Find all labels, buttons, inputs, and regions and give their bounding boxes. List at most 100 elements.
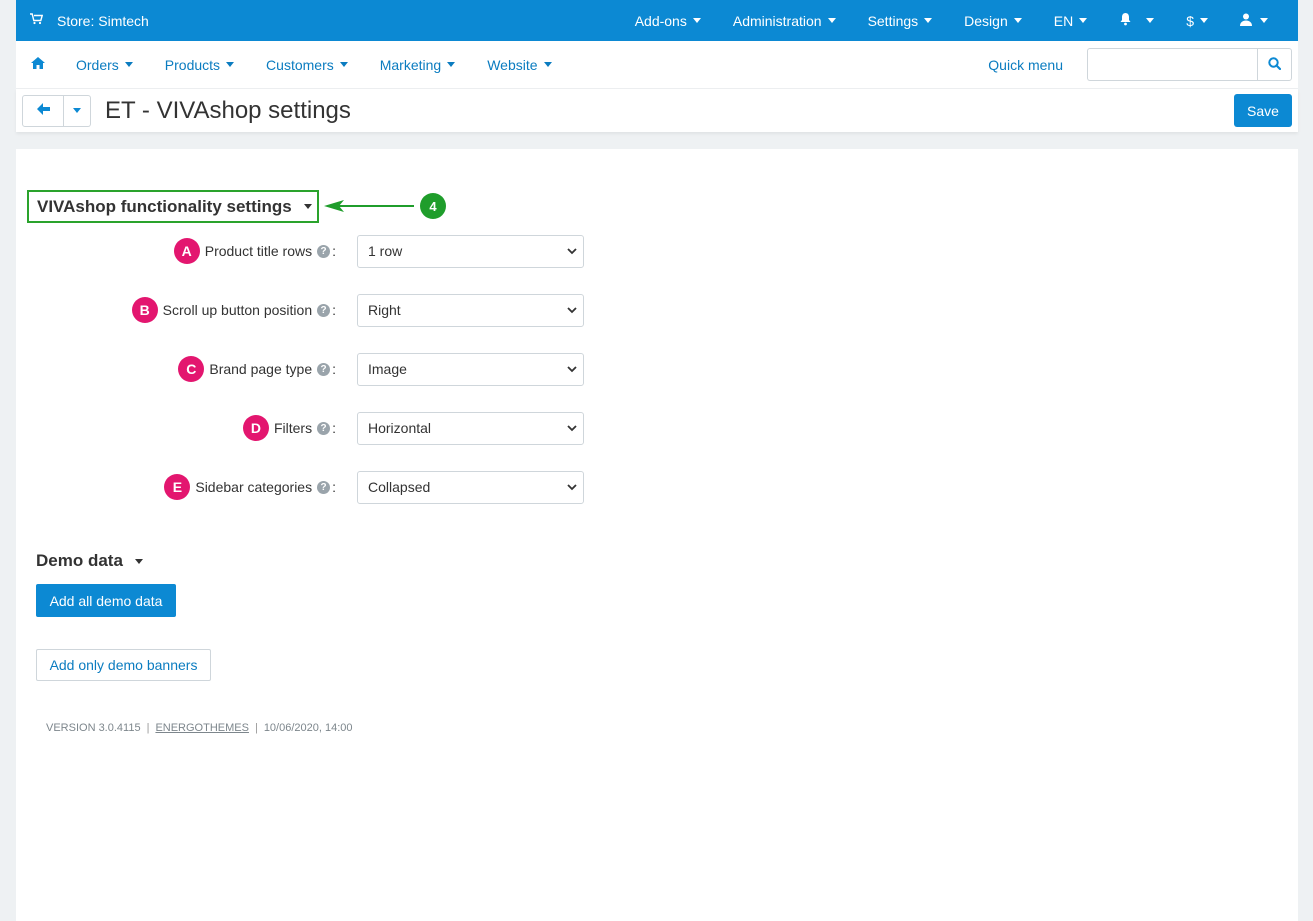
colon: :: [332, 243, 336, 259]
annotation-badge-4: 4: [420, 193, 446, 219]
quick-menu-link[interactable]: Quick menu: [988, 57, 1063, 73]
nav-orders[interactable]: Orders: [60, 57, 149, 73]
menu-settings-label: Settings: [867, 12, 919, 29]
menu-administration[interactable]: Administration: [717, 0, 852, 41]
select-value: Collapsed: [368, 479, 431, 495]
annotation-badge-b: B: [131, 297, 158, 323]
build-date: 10/06/2020, 14:00: [263, 722, 353, 734]
history-dropdown-button[interactable]: [64, 94, 91, 127]
scroll-up-position-select[interactable]: Right: [357, 293, 584, 327]
sidebar-categories-select[interactable]: Collapsed: [357, 470, 584, 504]
menu-notifications[interactable]: [1103, 0, 1170, 41]
version-footer: VERSION 3.0.4115 | ENERGOTHEMES | 10/06/…: [46, 722, 353, 734]
setting-row-sidebar-categories: E Sidebar categories ?: Collapsed: [16, 470, 616, 504]
title-bar: ET - VIVAshop settings Save: [16, 89, 1298, 132]
help-icon[interactable]: ?: [317, 362, 331, 376]
menu-addons-label: Add-ons: [634, 12, 687, 29]
product-title-rows-select[interactable]: 1 row: [357, 234, 584, 268]
store-switcher[interactable]: Store: Simtech: [16, 13, 149, 29]
setting-label: Brand page type: [209, 361, 313, 377]
annotation-arrow-icon: [324, 200, 414, 212]
back-button[interactable]: [22, 94, 64, 127]
setting-label: Sidebar categories: [195, 479, 313, 495]
nav-products-label: Products: [164, 56, 221, 73]
functionality-settings-header[interactable]: VIVAshop functionality settings: [27, 190, 319, 223]
menu-currency-label: $: [1186, 12, 1194, 29]
nav-marketing[interactable]: Marketing: [364, 57, 471, 73]
brand-page-type-select[interactable]: Image: [357, 352, 584, 386]
nav-website[interactable]: Website: [471, 57, 567, 73]
chevron-down-icon: [567, 365, 577, 372]
nav-website-label: Website: [487, 56, 538, 73]
chevron-down-icon: [567, 306, 577, 313]
setting-row-product-title-rows: A Product title rows ?: 1 row: [16, 234, 616, 268]
add-demo-banners-button[interactable]: Add only demo banners: [36, 649, 211, 681]
help-icon[interactable]: ?: [317, 303, 331, 317]
caret-down-icon: [124, 62, 133, 67]
colon: :: [332, 479, 336, 495]
colon: :: [332, 420, 336, 436]
select-value: 1 row: [368, 243, 403, 259]
menu-addons[interactable]: Add-ons: [619, 0, 717, 41]
vendor-link[interactable]: ENERGOTHEMES: [155, 722, 249, 734]
setting-label: Product title rows: [204, 243, 313, 259]
caret-down-icon: [1260, 18, 1268, 23]
setting-label-wrap: D Filters ?:: [16, 415, 336, 441]
help-icon[interactable]: ?: [317, 421, 331, 435]
caret-down-icon: [543, 62, 552, 67]
filters-select[interactable]: Horizontal: [357, 411, 584, 445]
menu-language-label: EN: [1053, 12, 1074, 29]
caret-down-icon: [827, 18, 836, 23]
nav-products[interactable]: Products: [149, 57, 250, 73]
select-value: Right: [368, 302, 401, 318]
help-icon[interactable]: ?: [317, 244, 331, 258]
home-icon: [31, 56, 45, 74]
colon: :: [332, 361, 336, 377]
menu-currency[interactable]: $: [1170, 0, 1224, 41]
arrow-left-icon: [36, 102, 50, 120]
add-all-demo-data-button[interactable]: Add all demo data: [36, 584, 176, 617]
cart-icon: [30, 13, 44, 28]
select-value: Horizontal: [368, 420, 432, 436]
chevron-down-icon: [567, 247, 577, 254]
caret-down-icon: [73, 108, 81, 113]
caret-down-icon: [692, 18, 701, 23]
caret-down-icon: [226, 62, 235, 67]
page-title: ET - VIVAshop settings: [105, 96, 351, 124]
setting-label-wrap: C Brand page type ?:: [16, 356, 336, 382]
nav-customers[interactable]: Customers: [250, 57, 364, 73]
setting-row-brand-page-type: C Brand page type ?: Image: [16, 352, 616, 386]
chevron-down-icon: [567, 424, 577, 431]
store-label: Store: Simtech: [57, 12, 149, 29]
annotation-badge-c: C: [178, 356, 205, 382]
nav-orders-label: Orders: [76, 56, 119, 73]
save-button[interactable]: Save: [1234, 94, 1292, 127]
caret-down-icon: [134, 558, 143, 564]
select-value: Image: [368, 361, 407, 377]
demo-data-header[interactable]: Demo data: [36, 551, 143, 571]
caret-down-icon: [303, 204, 312, 209]
search-button[interactable]: [1257, 48, 1292, 81]
bell-icon: [1119, 12, 1132, 29]
search-input[interactable]: [1087, 48, 1257, 81]
home-button[interactable]: [16, 56, 60, 74]
version-text: VERSION 3.0.4115: [46, 722, 141, 734]
annotation-badge-d: D: [242, 415, 269, 441]
help-icon[interactable]: ?: [317, 480, 331, 494]
search-icon: [1268, 56, 1282, 73]
menu-design-label: Design: [964, 12, 1008, 29]
colon: :: [332, 302, 336, 318]
menu-user[interactable]: [1224, 0, 1284, 41]
top-bar: Store: Simtech Add-ons Administration Se…: [16, 0, 1298, 41]
divider: |: [254, 722, 258, 734]
caret-down-icon: [339, 62, 348, 67]
nav-marketing-label: Marketing: [379, 56, 442, 73]
setting-label-wrap: E Sidebar categories ?:: [16, 474, 336, 500]
menu-language[interactable]: EN: [1038, 0, 1103, 41]
menu-settings[interactable]: Settings: [852, 0, 949, 41]
setting-row-scroll-up-position: B Scroll up button position ?: Right: [16, 293, 616, 327]
user-icon: [1240, 13, 1252, 29]
menu-design[interactable]: Design: [948, 0, 1038, 41]
demo-data-title: Demo data: [36, 551, 123, 570]
caret-down-icon: [1013, 18, 1022, 23]
